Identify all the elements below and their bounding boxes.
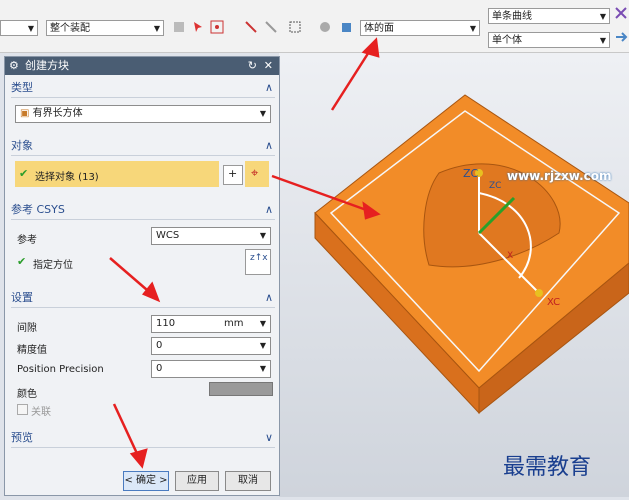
arrowhead <box>361 37 380 58</box>
arrowhead <box>129 448 148 469</box>
arrowhead <box>362 201 381 220</box>
arrow-to-block <box>271 174 373 214</box>
tutorial-arrows <box>109 37 381 469</box>
arrowhead <box>141 281 161 303</box>
